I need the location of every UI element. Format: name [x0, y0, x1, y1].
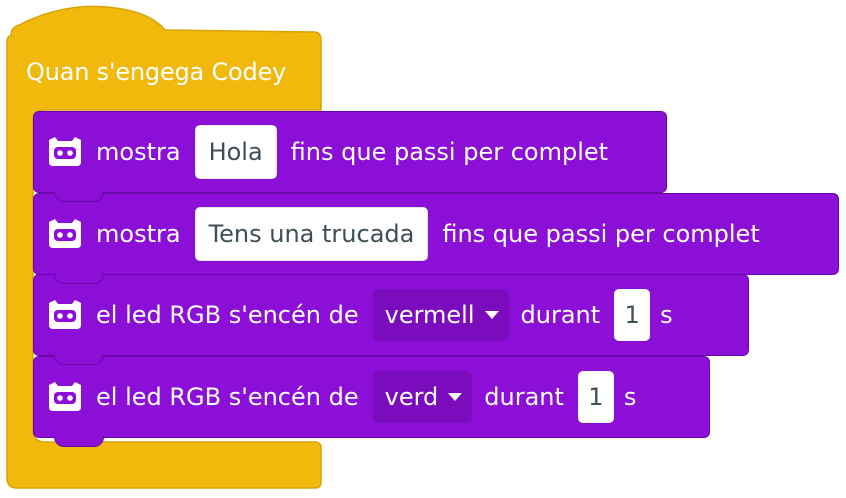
- codey-robot-icon: [49, 137, 81, 166]
- codey-robot-icon: [49, 219, 81, 248]
- code-canvas: Quan s'engega Codey mostra Hola fins que…: [0, 0, 846, 498]
- color-dropdown[interactable]: verd: [372, 371, 473, 423]
- text-input[interactable]: Hola: [194, 125, 277, 179]
- color-dropdown-value: vermell: [384, 301, 475, 329]
- caret-down-icon: [484, 311, 499, 319]
- block-keyword: el led RGB s'encén de: [96, 301, 359, 329]
- duration-input[interactable]: 1: [614, 289, 651, 341]
- rgb-led-block-2[interactable]: el led RGB s'encén de verd durant 1 s: [33, 356, 710, 447]
- show-text-block-1[interactable]: mostra Hola fins que passi per complet: [33, 111, 667, 202]
- block-keyword: el led RGB s'encén de: [96, 383, 359, 411]
- block-keyword: fins que passi per complet: [290, 138, 609, 166]
- event-block-label: Quan s'engega Codey: [26, 58, 287, 86]
- block-keyword: durant: [520, 301, 601, 329]
- text-input[interactable]: Tens una trucada: [194, 207, 429, 261]
- color-dropdown[interactable]: vermell: [372, 289, 509, 341]
- block-keyword: mostra: [96, 220, 181, 248]
- color-dropdown-value: verd: [384, 383, 439, 411]
- show-text-block-2[interactable]: mostra Tens una trucada fins que passi p…: [33, 193, 839, 284]
- codey-robot-icon: [49, 300, 81, 329]
- block-keyword: durant: [484, 383, 564, 411]
- codey-robot-icon: [49, 382, 81, 411]
- duration-input[interactable]: 1: [577, 371, 614, 423]
- unit-label: s: [660, 301, 673, 329]
- rgb-led-block-1[interactable]: el led RGB s'encén de vermell durant 1 s: [33, 274, 749, 365]
- unit-label: s: [623, 383, 637, 411]
- caret-down-icon: [448, 393, 463, 401]
- block-keyword: fins que passi per complet: [442, 220, 760, 248]
- block-keyword: mostra: [96, 138, 181, 166]
